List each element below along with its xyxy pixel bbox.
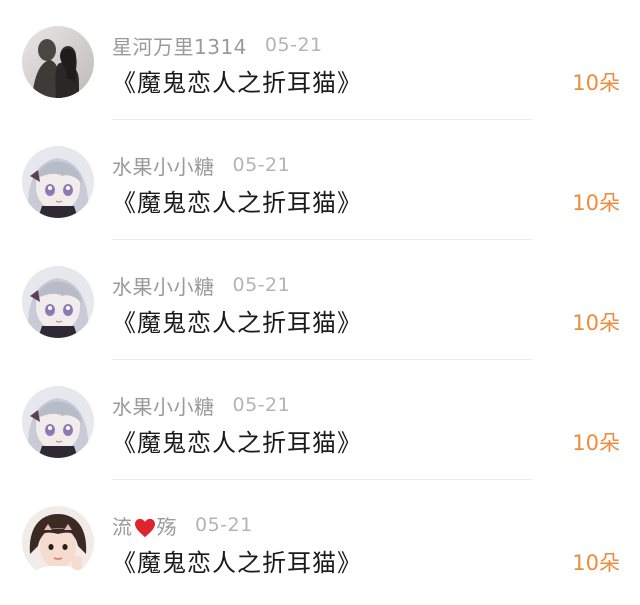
entry-date: 05-21 bbox=[232, 154, 291, 176]
user-name-part: 殇 bbox=[156, 514, 177, 539]
user-name[interactable]: 水果小小糖 bbox=[112, 271, 215, 300]
flower-count: 10朵 bbox=[572, 551, 620, 575]
gift-title[interactable]: 《魔鬼恋人之折耳猫》 bbox=[112, 183, 362, 218]
list-item[interactable]: 水果小小糖 05-21 《魔鬼恋人之折耳猫》 10朵 bbox=[0, 240, 640, 360]
entry-date: 05-21 bbox=[232, 274, 291, 296]
flower-count: 10朵 bbox=[572, 311, 620, 335]
gift-record-list: 星河万里1314 05-21 《魔鬼恋人之折耳猫》 10朵 水果小小糖 05-2… bbox=[0, 0, 640, 605]
entry-meta: 水果小小糖 05-21 bbox=[112, 151, 291, 180]
list-item[interactable]: 水果小小糖 05-21 《魔鬼恋人之折耳猫》 10朵 bbox=[0, 360, 640, 480]
user-name[interactable]: 星河万里1314 bbox=[112, 31, 247, 60]
user-name[interactable]: 流殇 bbox=[112, 511, 177, 540]
heart-icon bbox=[134, 518, 155, 538]
entry-date: 05-21 bbox=[264, 34, 323, 56]
flower-count: 10朵 bbox=[572, 431, 620, 455]
user-name[interactable]: 水果小小糖 bbox=[112, 391, 215, 420]
anime-girl-icon bbox=[22, 266, 94, 338]
avatar[interactable] bbox=[22, 386, 94, 458]
gift-title[interactable]: 《魔鬼恋人之折耳猫》 bbox=[112, 63, 362, 98]
avatar[interactable] bbox=[22, 26, 94, 98]
list-item[interactable]: 水果小小糖 05-21 《魔鬼恋人之折耳猫》 10朵 bbox=[0, 120, 640, 240]
entry-date: 05-21 bbox=[232, 394, 291, 416]
gift-title[interactable]: 《魔鬼恋人之折耳猫》 bbox=[112, 303, 362, 338]
list-item[interactable]: 流殇 05-21 《魔鬼恋人之折耳猫》 10朵 bbox=[0, 480, 640, 600]
gift-title[interactable]: 《魔鬼恋人之折耳猫》 bbox=[112, 543, 362, 578]
flower-count: 10朵 bbox=[572, 71, 620, 95]
entry-meta: 水果小小糖 05-21 bbox=[112, 391, 291, 420]
entry-meta: 星河万里1314 05-21 bbox=[112, 31, 323, 60]
user-name-part: 流 bbox=[112, 514, 133, 539]
avatar[interactable] bbox=[22, 506, 94, 578]
entry-meta: 流殇 05-21 bbox=[112, 511, 253, 540]
user-name[interactable]: 水果小小糖 bbox=[112, 151, 215, 180]
anime-girl-icon bbox=[22, 386, 94, 458]
avatar[interactable] bbox=[22, 266, 94, 338]
girl-photo-icon bbox=[22, 506, 94, 578]
gift-title[interactable]: 《魔鬼恋人之折耳猫》 bbox=[112, 423, 362, 458]
flower-count: 10朵 bbox=[572, 191, 620, 215]
entry-meta: 水果小小糖 05-21 bbox=[112, 271, 291, 300]
anime-girl-icon bbox=[22, 146, 94, 218]
list-item[interactable]: 星河万里1314 05-21 《魔鬼恋人之折耳猫》 10朵 bbox=[0, 0, 640, 120]
couple-silhouette-icon bbox=[22, 26, 94, 98]
avatar[interactable] bbox=[22, 146, 94, 218]
entry-date: 05-21 bbox=[195, 514, 253, 536]
